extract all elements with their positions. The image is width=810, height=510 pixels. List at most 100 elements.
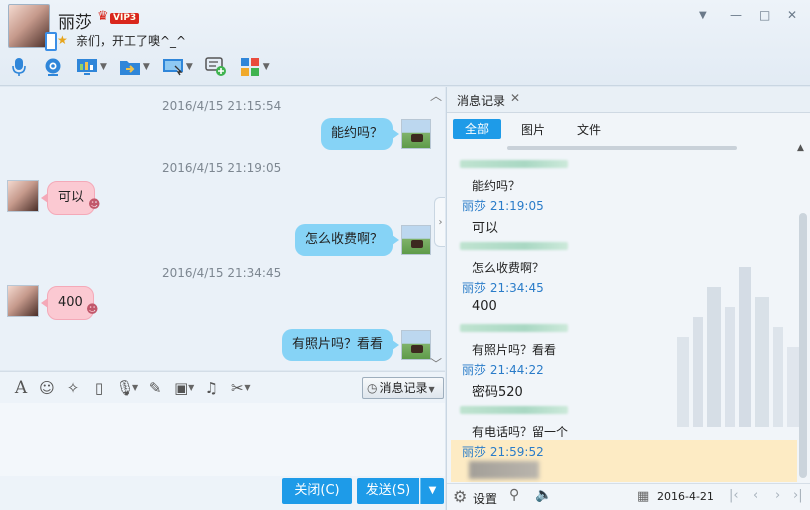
- history-sender-line: 丽莎 21:19:05: [462, 197, 544, 214]
- history-sender: 丽莎: [462, 363, 487, 377]
- font-icon[interactable]: A: [8, 378, 34, 398]
- screenshot-caret-icon[interactable]: ▼: [244, 383, 250, 392]
- gear-icon[interactable]: ⚙: [453, 487, 467, 506]
- history-message: 能约吗？: [472, 179, 521, 193]
- dropdown-icon[interactable]: ▼: [699, 10, 707, 21]
- edit-icon[interactable]: ✎: [142, 379, 168, 397]
- apps-caret-icon[interactable]: ▼: [263, 62, 270, 72]
- chevron-up-icon[interactable]: ︿: [430, 87, 442, 104]
- emoji-icon[interactable]: ☺: [34, 379, 60, 397]
- history-message: 怎么收费啊？: [472, 261, 545, 275]
- voice-caret-icon[interactable]: ▼: [132, 383, 138, 392]
- camera-icon[interactable]: [40, 55, 66, 79]
- first-page-icon[interactable]: |‹: [729, 488, 739, 503]
- close-button[interactable]: 关闭(C): [282, 478, 352, 504]
- message-history-button[interactable]: ◷ 消息记录▼: [362, 377, 444, 399]
- history-sender-line: 丽莎 21:59:52: [462, 443, 544, 460]
- minimize-button[interactable]: —: [730, 8, 742, 22]
- scroll-up-icon[interactable]: ▲: [797, 143, 804, 153]
- microphone-icon[interactable]: [6, 55, 32, 79]
- search-icon[interactable]: ⚲: [509, 487, 519, 503]
- history-message: 可以: [472, 221, 499, 236]
- blurred-message: [469, 461, 539, 479]
- history-time: 21:19:05: [489, 199, 544, 213]
- vibrate-icon[interactable]: ▯: [86, 379, 112, 397]
- magic-wand-icon[interactable]: ✧: [60, 379, 86, 397]
- message-timestamp: 2016/4/15 21:34:45: [162, 266, 282, 280]
- contact-avatar[interactable]: [8, 4, 57, 51]
- filter-files-tab[interactable]: 文件: [577, 121, 601, 138]
- history-sender: 丽莎: [462, 445, 487, 459]
- tab-message-history[interactable]: 消息记录: [457, 92, 505, 109]
- message-input[interactable]: [0, 403, 445, 476]
- contact-signature: 亲们，开工了噢^_^: [76, 34, 187, 48]
- history-date[interactable]: 2016-4-21: [657, 490, 714, 503]
- vip-crown-icon: ♛: [97, 9, 109, 24]
- vertical-scrollbar[interactable]: [799, 213, 807, 478]
- send-button[interactable]: 发送(S): [357, 478, 419, 504]
- send-options-button[interactable]: ▼: [420, 478, 444, 504]
- remote-assist-icon[interactable]: [160, 55, 186, 79]
- history-message: 400: [472, 299, 497, 314]
- my-avatar[interactable]: [401, 225, 431, 255]
- mobile-online-icon: [45, 32, 57, 51]
- message-bubble-outgoing[interactable]: 怎么收费啊？: [295, 224, 400, 256]
- chat-header: 丽莎 ♛ VIP3 ★ 亲们，开工了噢^_^ ▼ — □ ✕ ▼ ▼ ▼ ▼: [0, 0, 810, 86]
- send-bar: 关闭(C) 发送(S) ▼: [0, 476, 445, 510]
- close-window-button[interactable]: ✕: [787, 8, 797, 22]
- chevron-down-icon: ▼: [428, 385, 435, 394]
- input-toolbar: A ☺ ✧ ▯ 🎙 ▼ ✎ ▣ ▼ ♫ ✂ ▼ ◷ 消息记录▼: [0, 371, 445, 403]
- last-page-icon[interactable]: ›|: [793, 488, 803, 503]
- history-bottom-bar: ⚙ 设置 ⚲ 🔈 ▦ 2016-4-21 |‹ ‹ › ›|: [447, 483, 810, 510]
- filter-images-tab[interactable]: 图片: [521, 121, 545, 138]
- file-transfer-icon[interactable]: [117, 55, 143, 79]
- blurred-sender-line: [460, 406, 568, 414]
- message-history-label: 消息记录: [379, 381, 428, 395]
- collapse-panel-button[interactable]: ›: [434, 197, 445, 247]
- chevron-down-icon[interactable]: ﹀: [430, 355, 442, 370]
- history-message: 有照片吗？看看: [472, 343, 557, 357]
- history-time: 21:34:45: [489, 281, 544, 295]
- prev-page-icon[interactable]: ‹: [753, 488, 758, 503]
- history-filter-row: 全部 图片 文件: [447, 117, 810, 141]
- maximize-button[interactable]: □: [759, 8, 770, 22]
- filter-all-tab[interactable]: 全部: [453, 119, 501, 139]
- history-time: 21:44:22: [489, 363, 544, 377]
- contact-avatar-small[interactable]: [7, 285, 39, 317]
- screen-share-icon[interactable]: [74, 55, 100, 79]
- my-avatar[interactable]: [401, 119, 431, 149]
- blurred-sender-line: [460, 242, 568, 250]
- calendar-icon[interactable]: ▦: [637, 489, 649, 504]
- contact-avatar-small[interactable]: [7, 180, 39, 212]
- history-sender: 丽莎: [462, 199, 487, 213]
- chat-toolbar: ▼ ▼ ▼ ▼: [6, 54, 280, 80]
- star-icon: ★: [57, 33, 68, 47]
- message-bubble-outgoing[interactable]: 能约吗？: [321, 118, 400, 150]
- next-page-icon[interactable]: ›: [775, 488, 780, 503]
- history-sender: 丽莎: [462, 281, 487, 295]
- blurred-sender-line: [460, 160, 568, 168]
- speaker-icon[interactable]: 🔈: [535, 487, 552, 503]
- bubble-decoration-icon: ☻: [88, 197, 101, 211]
- skyline-background: [677, 267, 801, 427]
- message-timestamp: 2016/4/15 21:19:05: [162, 161, 282, 175]
- settings-label[interactable]: 设置: [473, 490, 497, 507]
- message-bubble-outgoing[interactable]: 有照片吗？看看: [282, 329, 400, 361]
- my-avatar[interactable]: [401, 330, 431, 360]
- history-message: 有电话吗？留一个: [472, 425, 569, 439]
- remote-assist-caret-icon[interactable]: ▼: [186, 62, 193, 72]
- image-caret-icon[interactable]: ▼: [188, 383, 194, 392]
- chat-message-area[interactable]: ︿ › 2016/4/15 21:15:54 能约吗？ 2016/4/15 21…: [0, 87, 445, 370]
- close-icon[interactable]: ✕: [510, 91, 520, 105]
- music-icon[interactable]: ♫: [198, 379, 224, 397]
- apps-icon[interactable]: [237, 55, 263, 79]
- file-transfer-caret-icon[interactable]: ▼: [143, 62, 150, 72]
- blurred-sender-line: [460, 324, 568, 332]
- bubble-decoration-icon: ☻: [86, 302, 99, 316]
- horizontal-scrollbar[interactable]: [507, 146, 737, 150]
- vip-badge[interactable]: VIP3: [110, 13, 140, 24]
- screen-share-caret-icon[interactable]: ▼: [100, 62, 107, 72]
- contact-name[interactable]: 丽莎: [58, 8, 92, 33]
- history-sender-line: 丽莎 21:34:45: [462, 279, 544, 296]
- new-chat-icon[interactable]: [203, 55, 229, 79]
